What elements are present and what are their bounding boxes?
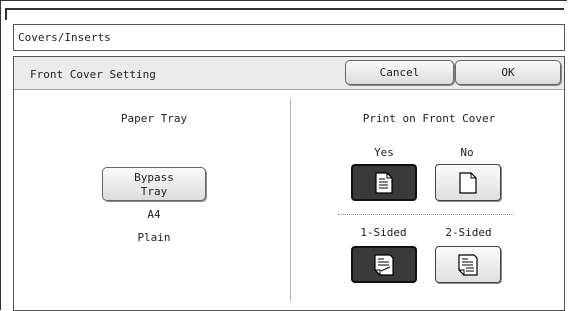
two-sided-button[interactable] bbox=[435, 246, 501, 283]
one-sided-page-icon bbox=[374, 253, 394, 276]
blank-page-icon bbox=[459, 171, 477, 194]
print-no-button[interactable] bbox=[435, 164, 501, 201]
bypass-tray-button-line2: Tray bbox=[140, 185, 168, 198]
paper-tray-label: Paper Tray bbox=[120, 112, 188, 125]
one-sided-label: 1-Sided bbox=[360, 226, 407, 239]
two-sided-label: 2-Sided bbox=[445, 226, 492, 239]
paper-size-value: A4 bbox=[147, 208, 161, 221]
print-yes-button[interactable] bbox=[351, 164, 417, 201]
cancel-button[interactable]: Cancel bbox=[345, 60, 454, 85]
front-cover-panel: Front Cover Setting Cancel OK Paper Tray… bbox=[13, 56, 565, 311]
printed-page-icon bbox=[375, 171, 393, 194]
options-separator bbox=[338, 214, 514, 215]
ok-button[interactable]: OK bbox=[455, 60, 561, 85]
screen-title: Covers/Inserts bbox=[18, 31, 111, 44]
yes-label: Yes bbox=[374, 146, 394, 159]
panel-title: Front Cover Setting bbox=[30, 68, 156, 81]
two-sided-page-icon bbox=[458, 253, 478, 276]
bypass-tray-button[interactable]: Bypass Tray bbox=[102, 167, 206, 201]
bypass-tray-button-line1: Bypass bbox=[134, 171, 174, 184]
print-on-front-cover-label: Print on Front Cover bbox=[362, 112, 496, 125]
section-divider bbox=[290, 98, 291, 302]
panel-header: Front Cover Setting Cancel OK bbox=[14, 57, 564, 90]
paper-type-value: Plain bbox=[137, 231, 171, 244]
no-label: No bbox=[460, 146, 474, 159]
one-sided-button[interactable] bbox=[351, 246, 417, 283]
top-bar bbox=[5, 8, 564, 20]
title-bar: Covers/Inserts bbox=[13, 24, 565, 51]
